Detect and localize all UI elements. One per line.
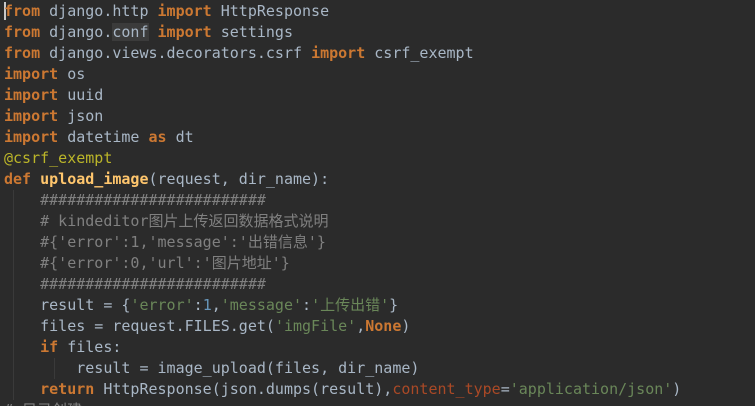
code-line[interactable]: # kindeditor图片上传返回数据格式说明 [4, 211, 329, 232]
code-line[interactable]: import datetime as dt [4, 127, 194, 148]
code-token: None [365, 317, 402, 335]
code-token: 'application/json' [509, 380, 673, 398]
code-token: #{'error':0,'url':'图片地址'} [40, 254, 290, 272]
code-line[interactable]: ######################### [4, 190, 266, 211]
code-token: 'message' [220, 296, 303, 314]
code-line[interactable]: #{'error':0,'url':'图片地址'} [4, 253, 290, 274]
code-token: , [356, 317, 366, 335]
code-line[interactable]: from django.views.decorators.csrf import… [4, 43, 474, 64]
code-token: HttpResponse [211, 2, 330, 20]
code-token: = [500, 380, 510, 398]
code-token: from [4, 2, 41, 20]
code-token: ) [401, 317, 411, 335]
code-token: ######################### [40, 191, 266, 209]
code-token: csrf_exempt [365, 44, 474, 62]
code-token: upload_image [40, 170, 149, 188]
code-token: 'error' [130, 296, 194, 314]
code-token: django.views.decorators.csrf [40, 44, 312, 62]
code-token: uuid [58, 86, 104, 104]
code-line[interactable]: @csrf_exempt [4, 148, 112, 169]
code-token: dir_name) [329, 359, 420, 377]
code-token: files = request.FILES.get( [4, 317, 275, 335]
code-token: (request [148, 170, 221, 188]
code-editor[interactable]: from django.http import HttpResponse from… [0, 0, 755, 406]
code-line[interactable]: import json [4, 106, 103, 127]
code-line[interactable]: def upload_image(request, dir_name): [4, 169, 329, 190]
code-token: } [389, 296, 399, 314]
code-token: content_type [392, 380, 501, 398]
code-token: '上传出错' [311, 296, 390, 314]
code-line[interactable]: from django.http import HttpResponse [4, 1, 329, 22]
code-token: result = { [4, 296, 131, 314]
code-token: 'imgFile' [274, 317, 357, 335]
code-line[interactable]: from django.conf import settings [4, 22, 293, 43]
code-token: : [193, 296, 203, 314]
code-token: 1 [202, 296, 212, 314]
code-token: as [148, 128, 167, 146]
code-token: json [58, 107, 104, 125]
code-token: django.http [40, 2, 158, 20]
code-token: from [4, 44, 41, 62]
code-token: : [302, 296, 312, 314]
code-token: # 目录创建 [4, 401, 82, 406]
code-token: HttpResponse(json.dumps(result) [94, 380, 384, 398]
code-line[interactable]: files = request.FILES.get('imgFile',None… [4, 316, 410, 337]
code-token: import [4, 128, 59, 146]
code-token: #{'error':1,'message':'出错信息'} [40, 233, 326, 251]
code-line[interactable]: return HttpResponse(json.dumps(result),c… [4, 379, 681, 400]
code-token: import [311, 44, 366, 62]
code-token: result = image_upload(files [4, 359, 321, 377]
code-token: , [220, 170, 230, 188]
code-line[interactable]: # 目录创建 [4, 400, 82, 406]
code-line[interactable]: ######################### [4, 274, 266, 295]
code-token: import [157, 23, 212, 41]
code-token: settings [211, 23, 293, 41]
code-token: import [4, 86, 59, 104]
code-token: files: [58, 338, 122, 356]
code-token: return [40, 380, 95, 398]
code-line[interactable]: import os [4, 64, 85, 85]
code-token: conf [112, 23, 149, 41]
code-line[interactable]: import uuid [4, 85, 103, 106]
code-token: dir_name): [229, 170, 330, 188]
code-token: from [4, 23, 41, 41]
code-token: datetime [58, 128, 149, 146]
code-token: os [58, 65, 86, 83]
code-token: ) [672, 380, 682, 398]
code-line[interactable]: result = {'error':1,'message':'上传出错'} [4, 295, 398, 316]
code-token: def [4, 170, 32, 188]
code-line[interactable]: if files: [4, 337, 121, 358]
code-token: import [157, 2, 212, 20]
code-token: , [211, 296, 221, 314]
code-token: import [4, 107, 59, 125]
code-token: import [4, 65, 59, 83]
code-token: if [40, 338, 59, 356]
code-token: @csrf_exempt [4, 149, 113, 167]
code-line[interactable]: #{'error':1,'message':'出错信息'} [4, 232, 326, 253]
code-token: django. [40, 23, 113, 41]
code-token: , [320, 359, 330, 377]
code-token: , [383, 380, 393, 398]
code-token: dt [166, 128, 194, 146]
code-token: ######################### [40, 275, 266, 293]
code-line[interactable]: result = image_upload(files, dir_name) [4, 358, 419, 379]
code-token: # kindeditor图片上传返回数据格式说明 [40, 212, 329, 230]
